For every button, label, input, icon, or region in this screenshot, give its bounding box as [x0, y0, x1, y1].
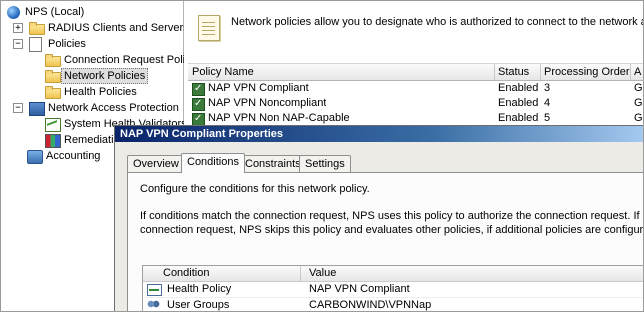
tab-settings[interactable]: Settings	[299, 155, 351, 172]
open-folder-icon	[45, 70, 61, 83]
tree-label: Accounting	[46, 150, 101, 162]
column-header-processing-order[interactable]: Processing Order	[540, 64, 631, 80]
policy-status: Enabled	[498, 112, 539, 124]
remediation-icon	[45, 134, 61, 148]
conditions-help-line-2: connection request, NPS skips this polic…	[140, 224, 644, 236]
tab-constraints[interactable]: Constraints	[239, 155, 307, 172]
policy-list: Policy Name Status Processing Order A NA…	[188, 63, 643, 126]
tree-label: Connection Request Polici	[64, 54, 194, 66]
conditions-panel: Configure the conditions for this networ…	[127, 172, 644, 311]
expand-icon[interactable]: +	[13, 23, 23, 33]
tree-label-selected: Network Policies	[61, 68, 149, 84]
globe-icon	[7, 6, 20, 19]
column-header-condition[interactable]: Condition	[143, 266, 301, 281]
condition-value: CARBONWIND\VPNNap	[309, 299, 432, 311]
policy-order: 4	[544, 97, 551, 109]
policy-extra: G	[634, 112, 643, 124]
condition-name: Health Policy	[167, 283, 232, 295]
health-policy-icon	[147, 284, 162, 296]
policy-row[interactable]: NAP VPN Noncompliant Enabled 4 G	[188, 96, 643, 111]
user-groups-icon	[147, 300, 160, 310]
tab-conditions[interactable]: Conditions	[181, 153, 245, 173]
condition-row[interactable]: Health Policy NAP VPN Compliant	[143, 282, 643, 298]
tab-overview[interactable]: Overview	[127, 155, 185, 172]
condition-value: NAP VPN Compliant	[309, 283, 410, 295]
condition-name: User Groups	[167, 299, 230, 311]
collapse-icon[interactable]: −	[13, 103, 23, 113]
policy-extra: G	[634, 82, 643, 94]
folder-icon	[45, 86, 61, 99]
column-header-policy-name[interactable]: Policy Name	[188, 64, 495, 80]
tree-label: Health Policies	[64, 86, 137, 98]
conditions-list-header: Condition Value	[143, 266, 643, 282]
network-access-protection-icon	[29, 102, 45, 116]
tree-label: Network Access Protection	[48, 102, 179, 114]
folder-icon	[45, 54, 61, 67]
info-text: Network policies allow you to designate …	[231, 16, 644, 28]
condition-row[interactable]: User Groups CARBONWIND\VPNNap	[143, 298, 643, 311]
policies-icon	[29, 37, 42, 52]
policy-order: 5	[544, 112, 551, 124]
mmc-window: NPS (Local) + RADIUS Clients and Servers…	[0, 0, 644, 312]
tree-label: Policies	[48, 38, 86, 50]
conditions-description: Configure the conditions for this networ…	[140, 183, 370, 195]
tree-label: NPS (Local)	[25, 6, 85, 18]
collapse-icon[interactable]: −	[13, 39, 23, 49]
policy-row[interactable]: NAP VPN Compliant Enabled 3 G	[188, 81, 643, 96]
accounting-icon	[27, 150, 43, 164]
tree-label: RADIUS Clients and Servers	[48, 22, 189, 34]
policy-list-header: Policy Name Status Processing Order A	[188, 63, 643, 81]
policy-extra: G	[634, 97, 643, 109]
properties-dialog: NAP VPN Compliant Properties Overview Co…	[114, 125, 644, 311]
health-chart-icon	[45, 118, 61, 132]
folder-icon	[29, 22, 45, 35]
policy-status: Enabled	[498, 82, 539, 94]
note-icon	[198, 15, 220, 41]
policy-status: Enabled	[498, 97, 539, 109]
policy-order: 3	[544, 82, 551, 94]
policy-name: NAP VPN Noncompliant	[208, 97, 327, 109]
column-header-truncated[interactable]: A	[630, 64, 643, 80]
column-header-value[interactable]: Value	[305, 266, 643, 281]
conditions-help-line-1: If conditions match the connection reque…	[140, 210, 643, 222]
policy-name: NAP VPN Non NAP-Capable	[208, 112, 350, 124]
conditions-list: Condition Value Health Policy NAP VPN Co…	[142, 265, 643, 311]
policy-row[interactable]: NAP VPN Non NAP-Capable Enabled 5 G	[188, 111, 643, 126]
info-banner: Network policies allow you to designate …	[184, 1, 643, 57]
column-header-status[interactable]: Status	[494, 64, 541, 80]
policy-name: NAP VPN Compliant	[208, 82, 309, 94]
dialog-title[interactable]: NAP VPN Compliant Properties	[115, 126, 643, 142]
